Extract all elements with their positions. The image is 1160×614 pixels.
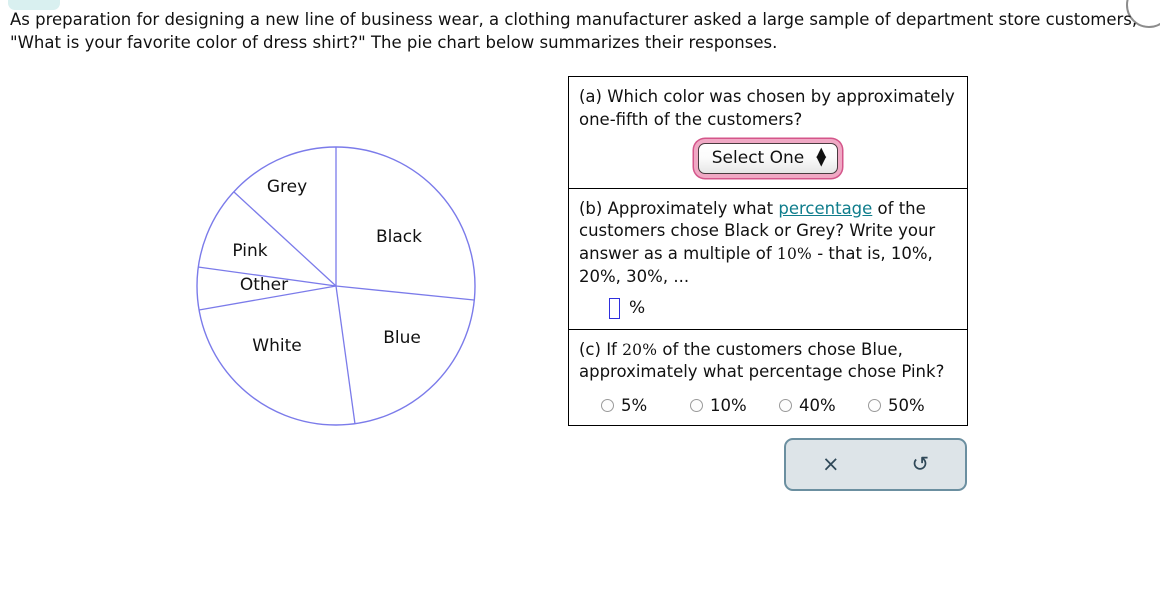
chevron-updown-icon: ▲ ▼ bbox=[816, 145, 827, 169]
question-c-text: (c) If 20% of the customers chose Blue, … bbox=[579, 339, 957, 385]
question-a-text: (a) Which color was chosen by approximat… bbox=[579, 86, 957, 132]
question-a-control-row: Select One ▲ ▼ bbox=[579, 138, 957, 178]
pie-label-black: Black bbox=[376, 227, 422, 247]
percentage-link[interactable]: percentage bbox=[778, 199, 872, 218]
color-select[interactable]: Select One ▲ ▼ bbox=[697, 142, 839, 174]
radio-option-5[interactable]: 5% bbox=[601, 396, 690, 415]
pie-chart: Grey Black Pink Other White Blue bbox=[182, 132, 492, 442]
answer-toolbar: × ↺ bbox=[784, 438, 967, 491]
radio-icon[interactable] bbox=[868, 399, 881, 413]
pie-label-grey: Grey bbox=[267, 177, 307, 197]
percentage-input[interactable] bbox=[609, 297, 620, 319]
radio-option-40[interactable]: 40% bbox=[779, 396, 868, 415]
question-b-text: (b) Approximately what percentage of the… bbox=[579, 198, 957, 289]
percent-unit-label: % bbox=[629, 298, 646, 319]
question-c-choices: 5% 10% 40% 50% bbox=[579, 396, 957, 415]
radio-icon[interactable] bbox=[601, 399, 614, 413]
radio-label-40: 40% bbox=[799, 396, 836, 416]
question-b-math-10pct: 10% bbox=[776, 245, 812, 264]
question-c-math-20pct: 20% bbox=[622, 340, 658, 359]
select-focus-ring: Select One ▲ ▼ bbox=[693, 138, 843, 178]
radio-icon[interactable] bbox=[690, 399, 703, 413]
radio-label-50: 50% bbox=[888, 396, 925, 416]
pie-label-blue: Blue bbox=[383, 328, 421, 348]
radio-label-5: 5% bbox=[621, 396, 648, 416]
question-b-part1: (b) Approximately what bbox=[579, 198, 779, 218]
question-panel: (a) Which color was chosen by approximat… bbox=[568, 76, 968, 427]
radio-label-10: 10% bbox=[710, 396, 747, 416]
question-c-part1: (c) If bbox=[579, 339, 623, 359]
color-select-value: Select One bbox=[711, 147, 805, 168]
pie-label-pink: Pink bbox=[232, 241, 267, 261]
question-section-b: (b) Approximately what percentage of the… bbox=[569, 189, 967, 330]
question-section-c: (c) If 20% of the customers chose Blue, … bbox=[569, 330, 967, 426]
radio-icon[interactable] bbox=[779, 399, 792, 413]
question-prompt: As preparation for designing a new line … bbox=[10, 10, 1138, 53]
pie-chart-svg: Grey Black Pink Other White Blue bbox=[196, 146, 476, 426]
clear-button[interactable]: × bbox=[786, 454, 876, 475]
radio-option-10[interactable]: 10% bbox=[690, 396, 779, 415]
question-section-a: (a) Which color was chosen by approximat… bbox=[569, 77, 967, 189]
pie-label-other: Other bbox=[240, 275, 288, 295]
radio-option-50[interactable]: 50% bbox=[868, 396, 957, 415]
pie-label-white: White bbox=[252, 336, 301, 356]
question-a-body: (a) Which color was chosen by approximat… bbox=[579, 87, 955, 129]
refresh-button[interactable]: ↺ bbox=[876, 454, 966, 475]
question-b-answer-row: % bbox=[579, 297, 957, 319]
